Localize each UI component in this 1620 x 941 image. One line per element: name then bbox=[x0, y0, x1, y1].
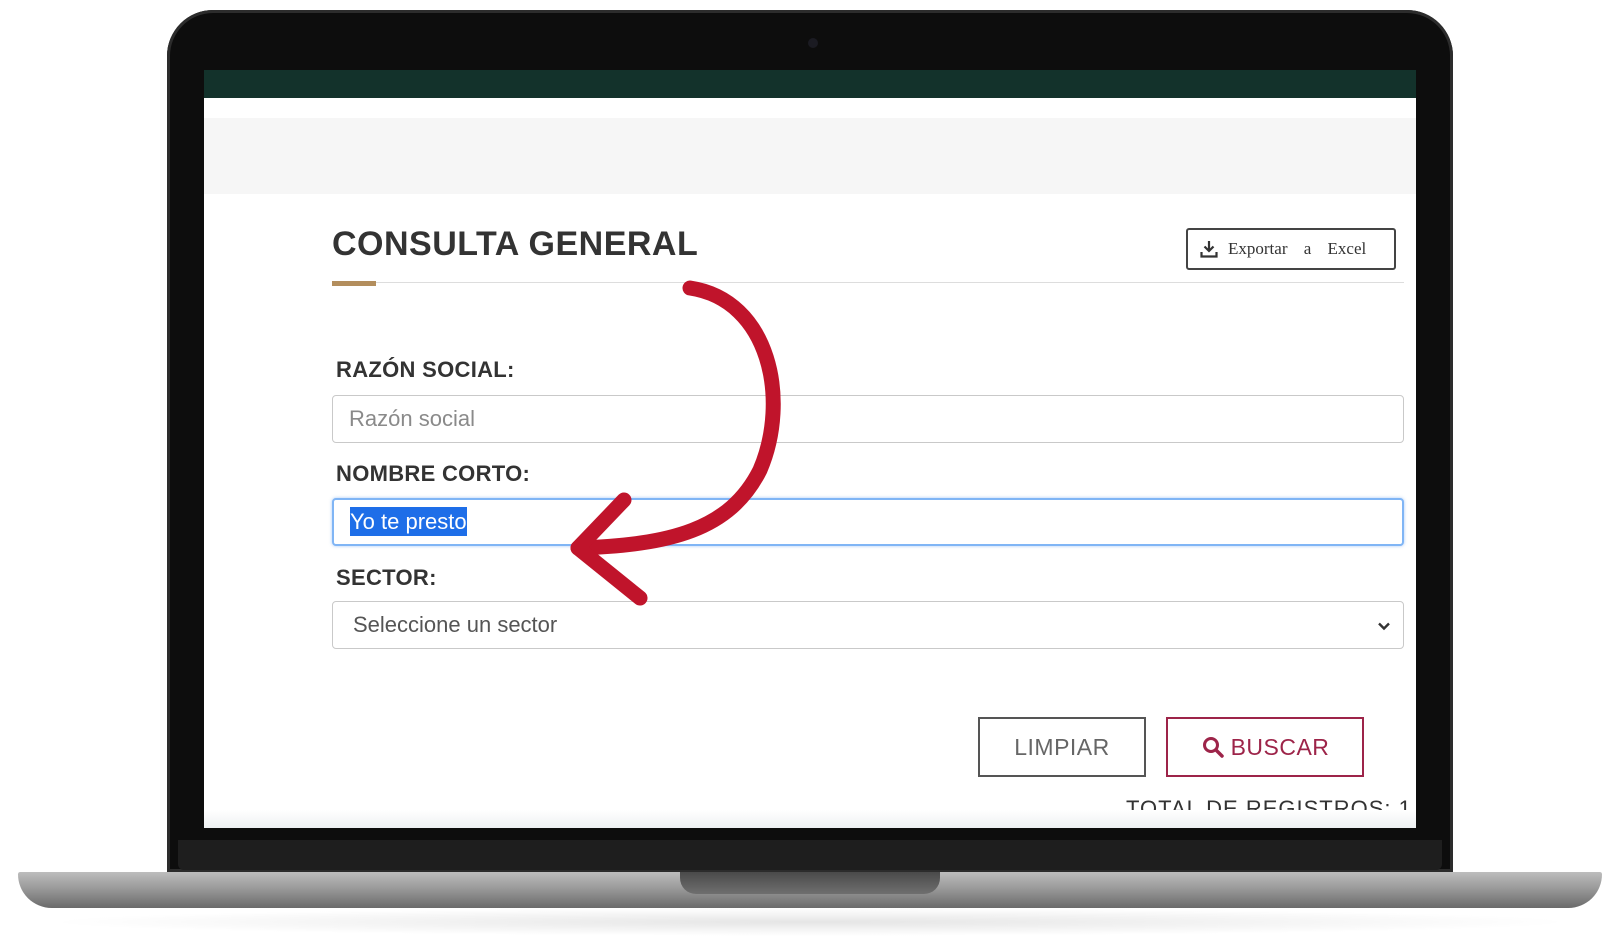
search-button-label: BUSCAR bbox=[1230, 733, 1330, 760]
razon-social-input[interactable]: Razón social bbox=[332, 395, 1404, 443]
title-accent-bar bbox=[332, 281, 376, 286]
search-icon bbox=[1202, 737, 1224, 758]
title-divider bbox=[332, 282, 1404, 283]
search-button[interactable]: BUSCAR bbox=[1166, 717, 1364, 777]
sector-selected-option: Seleccione un sector bbox=[353, 612, 558, 637]
webcam bbox=[808, 38, 818, 48]
sector-label: SECTOR: bbox=[336, 565, 437, 590]
sector-select[interactable]: Seleccione un sector bbox=[332, 601, 1404, 649]
page-title: CONSULTA GENERAL bbox=[332, 225, 699, 263]
nombre-corto-value: Yo te presto bbox=[350, 507, 467, 536]
razon-social-placeholder: Razón social bbox=[349, 406, 475, 431]
clear-button[interactable]: LIMPIAR bbox=[978, 717, 1146, 777]
browser-screen: CONSULTA GENERAL Exportar a Excel RAZÓN … bbox=[204, 70, 1416, 828]
nombre-corto-input[interactable]: Yo te presto bbox=[332, 498, 1404, 546]
laptop-base-notch bbox=[680, 872, 940, 894]
header-bar bbox=[204, 70, 1416, 98]
export-excel-button[interactable]: Exportar a Excel bbox=[1186, 228, 1396, 270]
laptop-bezel-bottom bbox=[178, 840, 1442, 870]
chevron-down-icon bbox=[1378, 622, 1390, 631]
screen-bottom-fade bbox=[204, 810, 1416, 828]
export-button-label: Exportar a Excel bbox=[1228, 239, 1367, 258]
download-icon bbox=[1200, 241, 1218, 258]
razon-social-label: RAZÓN SOCIAL: bbox=[336, 357, 515, 382]
nombre-corto-label: NOMBRE CORTO: bbox=[336, 461, 531, 486]
laptop-shadow bbox=[40, 908, 1580, 936]
subheader-band bbox=[204, 118, 1416, 194]
